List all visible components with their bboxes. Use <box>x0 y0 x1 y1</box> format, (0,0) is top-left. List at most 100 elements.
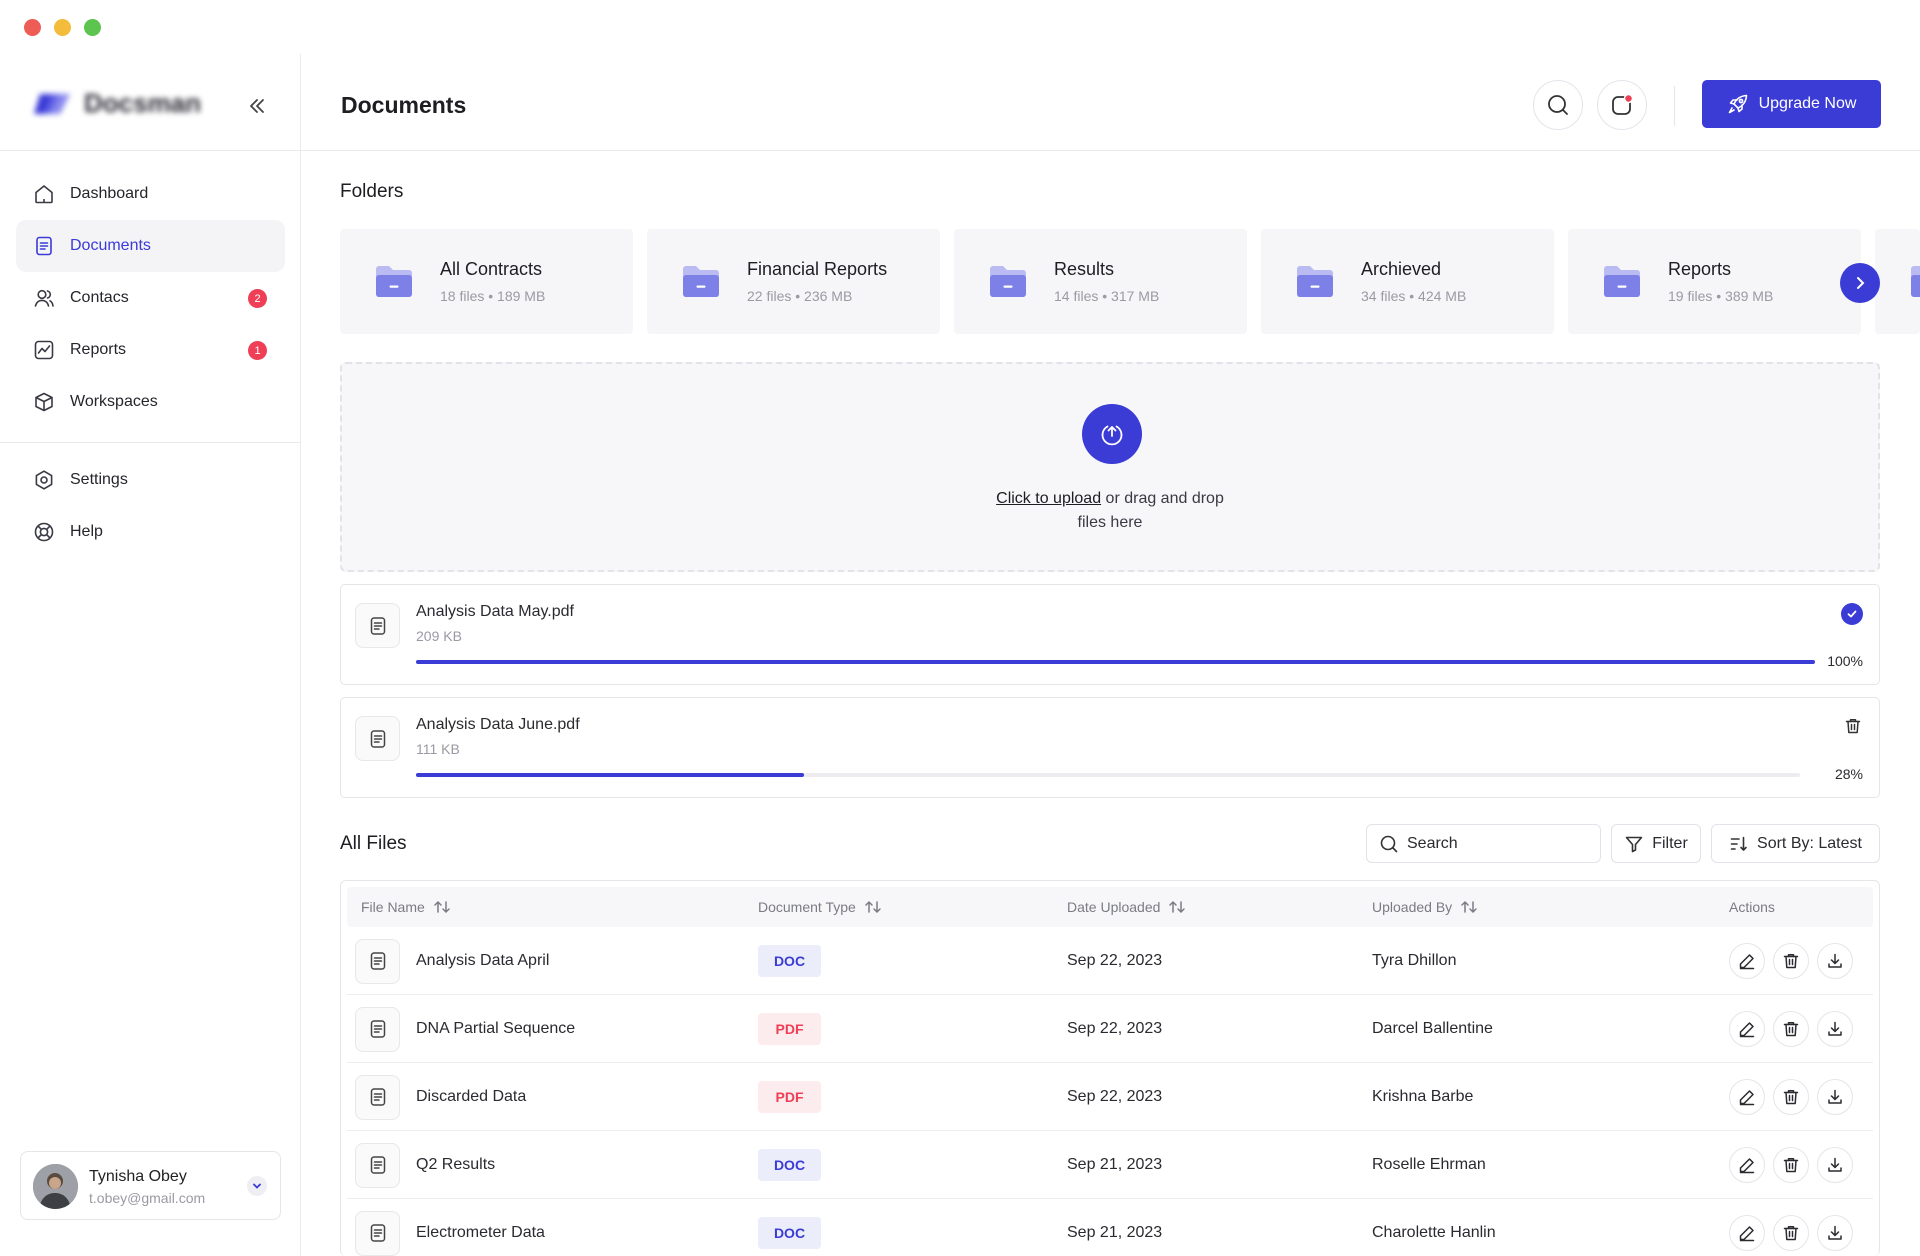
sort-button[interactable]: Sort By: Latest <box>1711 824 1880 863</box>
home-icon <box>32 182 56 206</box>
file-icon <box>355 603 400 648</box>
column-header-date-uploaded[interactable]: Date Uploaded <box>1067 899 1186 915</box>
download-button[interactable] <box>1817 1147 1853 1183</box>
upload-button[interactable] <box>1082 404 1142 464</box>
edit-button[interactable] <box>1729 1215 1765 1251</box>
avatar <box>33 1164 78 1209</box>
files-search-input[interactable]: Search <box>1366 824 1601 863</box>
delete-button[interactable] <box>1773 1011 1809 1047</box>
date-uploaded-cell: Sep 21, 2023 <box>1067 1156 1163 1173</box>
column-header-document-type[interactable]: Document Type <box>758 899 882 915</box>
table-row[interactable]: Electrometer Data DOC Sep 21, 2023 Charolet… <box>347 1199 1873 1256</box>
sidebar-item-dashboard[interactable]: Dashboard <box>16 168 285 220</box>
delete-button[interactable] <box>1773 1215 1809 1251</box>
notification-count-badge: 1 <box>248 341 267 360</box>
filter-button[interactable]: Filter <box>1611 824 1701 863</box>
folder-card[interactable]: Financial Reports 22 files • 236 MB <box>647 229 940 334</box>
delete-button[interactable] <box>1773 1079 1809 1115</box>
search-icon <box>1548 95 1568 115</box>
edit-button[interactable] <box>1729 943 1765 979</box>
actions-cell <box>1729 1131 1861 1199</box>
chevrons-left-icon <box>250 99 264 113</box>
edit-button[interactable] <box>1729 1011 1765 1047</box>
notifications-button[interactable] <box>1597 80 1647 130</box>
sidebar-item-contacs[interactable]: Contacs 2 <box>16 272 285 324</box>
file-icon <box>355 1210 400 1256</box>
folder-card[interactable]: Results 14 files • 317 MB <box>954 229 1247 334</box>
edit-icon <box>1739 1158 1755 1174</box>
folder-card[interactable]: Reports 19 files • 389 MB <box>1568 229 1861 334</box>
table-row[interactable]: Discarded Data PDF Sep 22, 2023 Krishna Bar… <box>347 1063 1873 1131</box>
date-uploaded-cell: Sep 22, 2023 <box>1067 952 1163 969</box>
sidebar-item-workspaces[interactable]: Workspaces <box>16 376 285 428</box>
sidebar-item-label: Workspaces <box>70 393 158 410</box>
sidebar-item-reports[interactable]: Reports 1 <box>16 324 285 376</box>
column-header-file-name[interactable]: File Name <box>361 899 451 915</box>
trash-icon <box>1783 1158 1799 1173</box>
folder-card-partial[interactable] <box>1875 229 1920 334</box>
column-header-uploaded-by[interactable]: Uploaded By <box>1372 899 1478 915</box>
file-name-cell: Q2 Results <box>355 1131 495 1199</box>
sidebar: Docsman Dashboard Documents Contacs 2 Re… <box>0 54 301 1256</box>
sidebar-item-documents[interactable]: Documents <box>16 220 285 272</box>
download-button[interactable] <box>1817 1079 1853 1115</box>
folder-meta: 22 files • 236 MB <box>747 288 853 304</box>
users-icon <box>32 286 56 310</box>
edit-icon <box>1739 954 1755 970</box>
upgrade-now-button[interactable]: Upgrade Now <box>1702 80 1881 128</box>
minimize-window-button[interactable] <box>54 19 71 36</box>
sort-arrows-icon <box>1169 900 1186 914</box>
document-type-cell: DOC <box>758 927 821 995</box>
download-button[interactable] <box>1817 1011 1853 1047</box>
column-header-actions: Actions <box>1729 899 1775 915</box>
upload-dropzone[interactable]: Click to upload or drag and drop files h… <box>340 362 1880 572</box>
sidebar-secondary-nav: Settings Help <box>16 454 285 558</box>
sidebar-item-settings[interactable]: Settings <box>16 454 285 506</box>
download-button[interactable] <box>1817 943 1853 979</box>
document-type-cell: PDF <box>758 1063 821 1131</box>
sidebar-item-label: Settings <box>70 471 128 488</box>
cancel-upload-button[interactable] <box>1841 714 1865 738</box>
filter-icon <box>1625 836 1643 852</box>
close-window-button[interactable] <box>24 19 41 36</box>
folder-card[interactable]: Archieved 34 files • 424 MB <box>1261 229 1554 334</box>
table-row[interactable]: Analysis Data April DOC Sep 22, 2023 Tyra D… <box>347 927 1873 995</box>
maximize-window-button[interactable] <box>84 19 101 36</box>
folders-next-button[interactable] <box>1840 263 1880 303</box>
document-type-badge: DOC <box>758 1217 821 1249</box>
actions-cell <box>1729 1199 1861 1256</box>
delete-button[interactable] <box>1773 1147 1809 1183</box>
download-button[interactable] <box>1817 1215 1853 1251</box>
folder-meta: 34 files • 424 MB <box>1361 288 1467 304</box>
table-row[interactable]: DNA Partial Sequence PDF Sep 22, 2023 Darce… <box>347 995 1873 1063</box>
table-row[interactable]: Q2 Results DOC Sep 21, 2023 Roselle Ehrman <box>347 1131 1873 1199</box>
sidebar-item-help[interactable]: Help <box>16 506 285 558</box>
edit-button[interactable] <box>1729 1079 1765 1115</box>
app-name: Docsman <box>84 88 202 118</box>
file-name-cell: DNA Partial Sequence <box>355 995 575 1063</box>
document-type-badge: DOC <box>758 1149 821 1181</box>
delete-button[interactable] <box>1773 943 1809 979</box>
sort-label: Sort By: Latest <box>1757 834 1862 852</box>
trash-icon <box>1783 1022 1799 1037</box>
chevron-right-icon <box>1857 277 1865 289</box>
download-icon <box>1828 953 1842 968</box>
document-type-badge: PDF <box>758 1013 821 1045</box>
sidebar-divider <box>0 442 300 443</box>
file-name-cell: Analysis Data April <box>355 927 549 995</box>
user-menu-toggle[interactable] <box>247 1176 267 1196</box>
collapse-sidebar-button[interactable] <box>244 90 270 122</box>
folder-icon <box>683 266 719 297</box>
folder-icon <box>376 266 412 297</box>
download-icon <box>1828 1157 1842 1172</box>
upload-percent: 28% <box>1834 766 1863 782</box>
header-search-button[interactable] <box>1533 80 1583 130</box>
folder-icon <box>1604 266 1640 297</box>
user-profile-card[interactable]: Tynisha Obey t.obey@gmail.com <box>20 1151 281 1220</box>
check-circle-icon <box>1841 603 1863 625</box>
folder-card[interactable]: All Contracts 18 files • 189 MB <box>340 229 633 334</box>
edit-button[interactable] <box>1729 1147 1765 1183</box>
folder-name: All Contracts <box>440 259 543 279</box>
click-to-upload-link[interactable]: Click to upload <box>996 490 1101 507</box>
folder-meta: 19 files • 389 MB <box>1668 288 1774 304</box>
